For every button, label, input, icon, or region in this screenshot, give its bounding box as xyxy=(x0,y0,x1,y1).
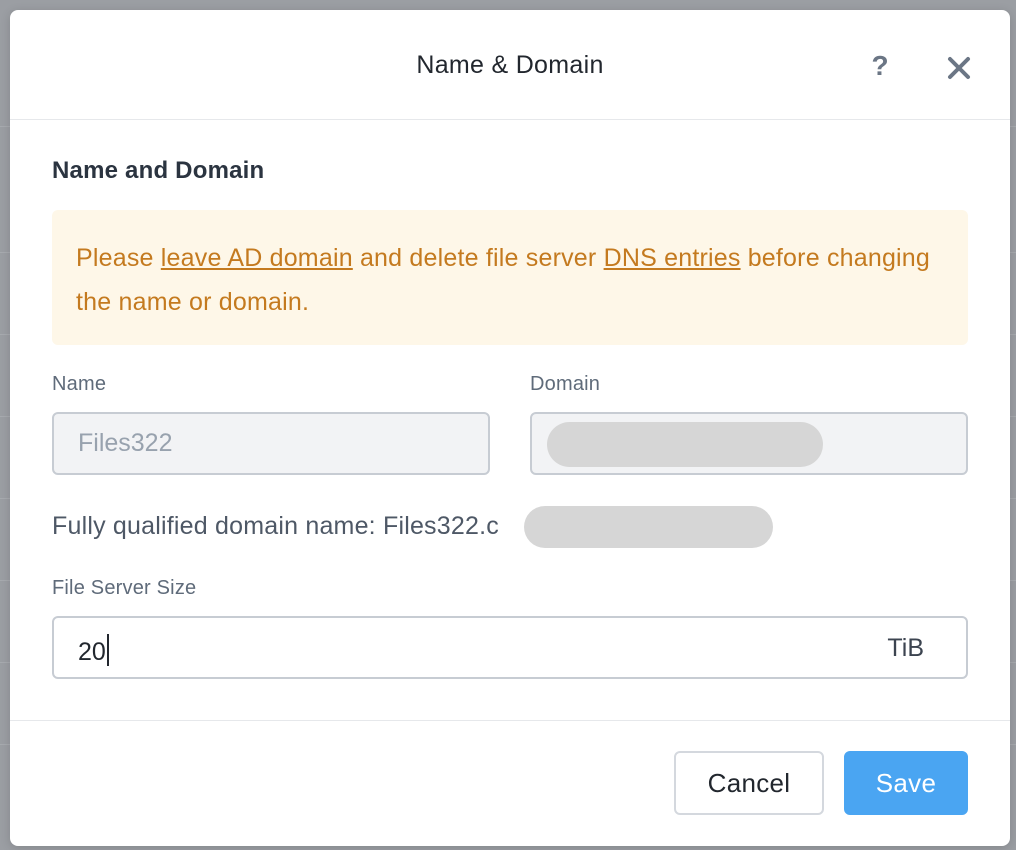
file-server-size-input[interactable]: 20 TiB xyxy=(52,616,968,679)
modal-header: Name & Domain ? xyxy=(10,10,1010,120)
dns-entries-link[interactable]: DNS entries xyxy=(604,244,741,272)
close-icon[interactable] xyxy=(945,54,973,82)
fqdn-redacted-value xyxy=(524,506,773,548)
name-input[interactable]: Files322 xyxy=(52,412,490,475)
warning-alert: Please leave AD domain and delete file s… xyxy=(52,210,968,345)
warning-text-prefix: Please xyxy=(76,244,161,272)
domain-input[interactable] xyxy=(530,412,968,475)
cancel-button[interactable]: Cancel xyxy=(674,751,824,815)
size-unit: TiB xyxy=(887,634,924,662)
name-label: Name xyxy=(52,373,107,395)
save-button[interactable]: Save xyxy=(844,751,968,815)
warning-text-middle: and delete file server xyxy=(352,244,604,272)
modal-footer: Cancel Save xyxy=(10,720,1010,846)
fqdn-text: Fully qualified domain name: Files322.c xyxy=(52,512,499,540)
help-icon[interactable]: ? xyxy=(868,50,892,82)
modal-title: Name & Domain xyxy=(416,51,604,79)
domain-label: Domain xyxy=(530,373,601,395)
section-title: Name and Domain xyxy=(52,157,265,184)
file-server-size-label: File Server Size xyxy=(52,577,197,599)
size-value: 20 xyxy=(78,638,106,666)
domain-redacted-value xyxy=(547,422,823,467)
close-x-glyph xyxy=(948,57,970,79)
name-domain-dialog: Name & Domain ? Name and Domain Please l… xyxy=(10,10,1010,846)
text-caret xyxy=(106,634,109,666)
leave-ad-domain-link[interactable]: leave AD domain xyxy=(161,244,353,272)
size-value-wrap: 20 xyxy=(78,634,109,667)
